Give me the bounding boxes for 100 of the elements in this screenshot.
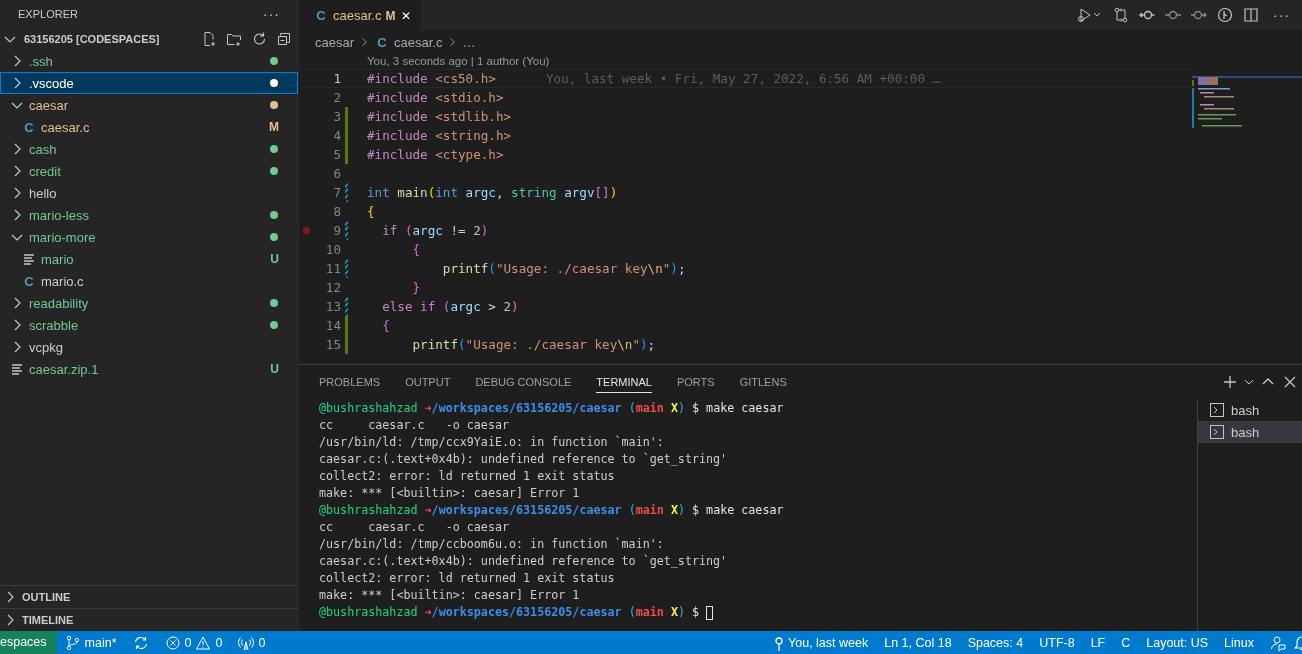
- c-file-icon: C: [374, 34, 391, 50]
- line-number: 15: [324, 337, 341, 352]
- section-header[interactable]: OUTLINE: [0, 585, 298, 608]
- terminal-list-item[interactable]: bash: [1198, 421, 1302, 443]
- panel-tab[interactable]: PROBLEMS: [319, 371, 381, 393]
- error-icon: [164, 634, 181, 651]
- breadcrumb-item[interactable]: caesar: [315, 34, 355, 50]
- sync-icon[interactable]: [132, 634, 149, 651]
- tree-item[interactable]: cash: [0, 138, 298, 160]
- git-graph-icon[interactable]: [1217, 7, 1233, 23]
- code-line: else if (argc > 2): [381, 299, 519, 314]
- line-number: 5: [332, 147, 341, 162]
- tree-item[interactable]: mario-less: [0, 204, 298, 226]
- panel-tab[interactable]: GITLENS: [739, 371, 787, 393]
- tree-item[interactable]: C caesar.c M: [0, 116, 298, 138]
- line-number: 1: [332, 71, 341, 86]
- ports-status[interactable]: 0: [230, 634, 274, 651]
- line-number: 13: [324, 299, 341, 314]
- panel-tab[interactable]: OUTPUT: [405, 371, 451, 393]
- line-number: 9: [332, 223, 341, 238]
- tree-item[interactable]: mario U: [0, 248, 298, 270]
- run-debug-icon[interactable]: [1077, 7, 1103, 23]
- line-number: 7: [332, 185, 341, 200]
- breadcrumb-item[interactable]: …: [462, 34, 476, 50]
- terminal-icon: [1209, 402, 1225, 418]
- editor-tab[interactable]: C caesar.c M ✕: [299, 0, 422, 30]
- feedback-icon[interactable]: [1270, 634, 1286, 651]
- refresh-icon[interactable]: [251, 31, 267, 47]
- explorer-title: EXPLORER: [18, 8, 79, 20]
- codelens-text[interactable]: You, 3 seconds ago | 1 author (You): [299, 54, 550, 69]
- c-file-icon: C: [313, 8, 329, 23]
- blame-status[interactable]: You, last week: [766, 634, 877, 651]
- status-item[interactable]: UTF-8: [1031, 635, 1083, 650]
- antenna-icon: [238, 634, 255, 651]
- warning-icon: [195, 634, 212, 651]
- git-status-letter: U: [270, 252, 279, 266]
- more-actions-button[interactable]: ···: [1269, 7, 1294, 23]
- line-number: 6: [332, 166, 341, 181]
- branch-status[interactable]: main*: [56, 634, 125, 651]
- git-status-letter: U: [270, 362, 279, 376]
- tree-item[interactable]: C mario.c: [0, 270, 298, 292]
- tree-item[interactable]: caesar.zip.1 U: [0, 358, 298, 380]
- code-line: printf("Usage: ./caesar key\n");: [441, 261, 686, 276]
- tree-item[interactable]: .ssh: [0, 50, 298, 72]
- line-number: 10: [324, 242, 341, 257]
- line-number: 12: [324, 280, 341, 295]
- code-line: #include <cs50.h>: [367, 71, 496, 86]
- status-item[interactable]: Layout: US: [1138, 635, 1217, 650]
- tree-item[interactable]: .vscode: [0, 72, 298, 94]
- status-item[interactable]: Ln 1, Col 18: [876, 635, 960, 650]
- split-editor-icon[interactable]: [1243, 7, 1259, 23]
- new-folder-icon[interactable]: [226, 31, 242, 47]
- tree-item[interactable]: caesar: [0, 94, 298, 116]
- c-file-icon: C: [21, 119, 37, 135]
- problems-status[interactable]: 0 0: [156, 634, 231, 651]
- breadcrumb-item[interactable]: caesar.c: [394, 34, 443, 50]
- line-number: 3: [332, 109, 341, 124]
- c-file-icon: C: [21, 273, 37, 289]
- commit-icon: [774, 634, 785, 651]
- bell-icon[interactable]: [1294, 634, 1302, 651]
- tree-item[interactable]: mario-more: [0, 226, 298, 248]
- add-icon[interactable]: [1222, 374, 1238, 390]
- code-line: }: [411, 280, 421, 295]
- line-number: 14: [324, 318, 341, 333]
- text-file-icon: [21, 251, 37, 267]
- tree-item[interactable]: credit: [0, 160, 298, 182]
- status-item[interactable]: Linux: [1216, 635, 1262, 650]
- line-number: 8: [332, 204, 341, 219]
- collapse-all-icon[interactable]: [276, 31, 292, 47]
- code-line: #include <string.h>: [367, 128, 512, 143]
- panel-tab[interactable]: TERMINAL: [596, 371, 652, 393]
- branch-icon: [64, 634, 81, 651]
- tree-item[interactable]: readability: [0, 292, 298, 314]
- close-button[interactable]: ✕: [401, 8, 412, 23]
- tree-item[interactable]: scrabble: [0, 314, 298, 336]
- code-line: {: [367, 204, 375, 219]
- tree-item[interactable]: vcpkg: [0, 336, 298, 358]
- workspace-folder-label[interactable]: 63156205 [CODESPACES]: [24, 33, 160, 45]
- compare-changes-icon[interactable]: [1113, 7, 1129, 23]
- breakpoint-dot[interactable]: [302, 227, 310, 234]
- line-number: 2: [332, 90, 341, 105]
- panel-tab[interactable]: DEBUG CONSOLE: [475, 371, 572, 393]
- more-actions-button[interactable]: ···: [259, 6, 284, 22]
- line-number: 4: [332, 128, 341, 143]
- code-line: int main(int argc, string argv[]): [367, 185, 618, 200]
- remote-indicator[interactable]: espaces: [0, 631, 57, 654]
- terminal-icon: [1209, 424, 1225, 440]
- status-item[interactable]: C: [1113, 635, 1139, 650]
- status-item[interactable]: Spaces: 4: [959, 635, 1032, 650]
- panel-tab[interactable]: PORTS: [676, 371, 715, 393]
- tab-label: caesar.c: [333, 8, 382, 23]
- new-file-icon[interactable]: [201, 31, 217, 47]
- code-line: #include <ctype.h>: [367, 147, 504, 162]
- status-item[interactable]: LF: [1082, 635, 1114, 650]
- terminal-list-item[interactable]: bash: [1198, 399, 1302, 421]
- close-icon[interactable]: [1282, 374, 1298, 390]
- code-line: if (argc != 2): [381, 223, 489, 238]
- modified-letter: M: [385, 8, 396, 23]
- tree-item[interactable]: hello: [0, 182, 298, 204]
- text-file-icon: [9, 361, 25, 377]
